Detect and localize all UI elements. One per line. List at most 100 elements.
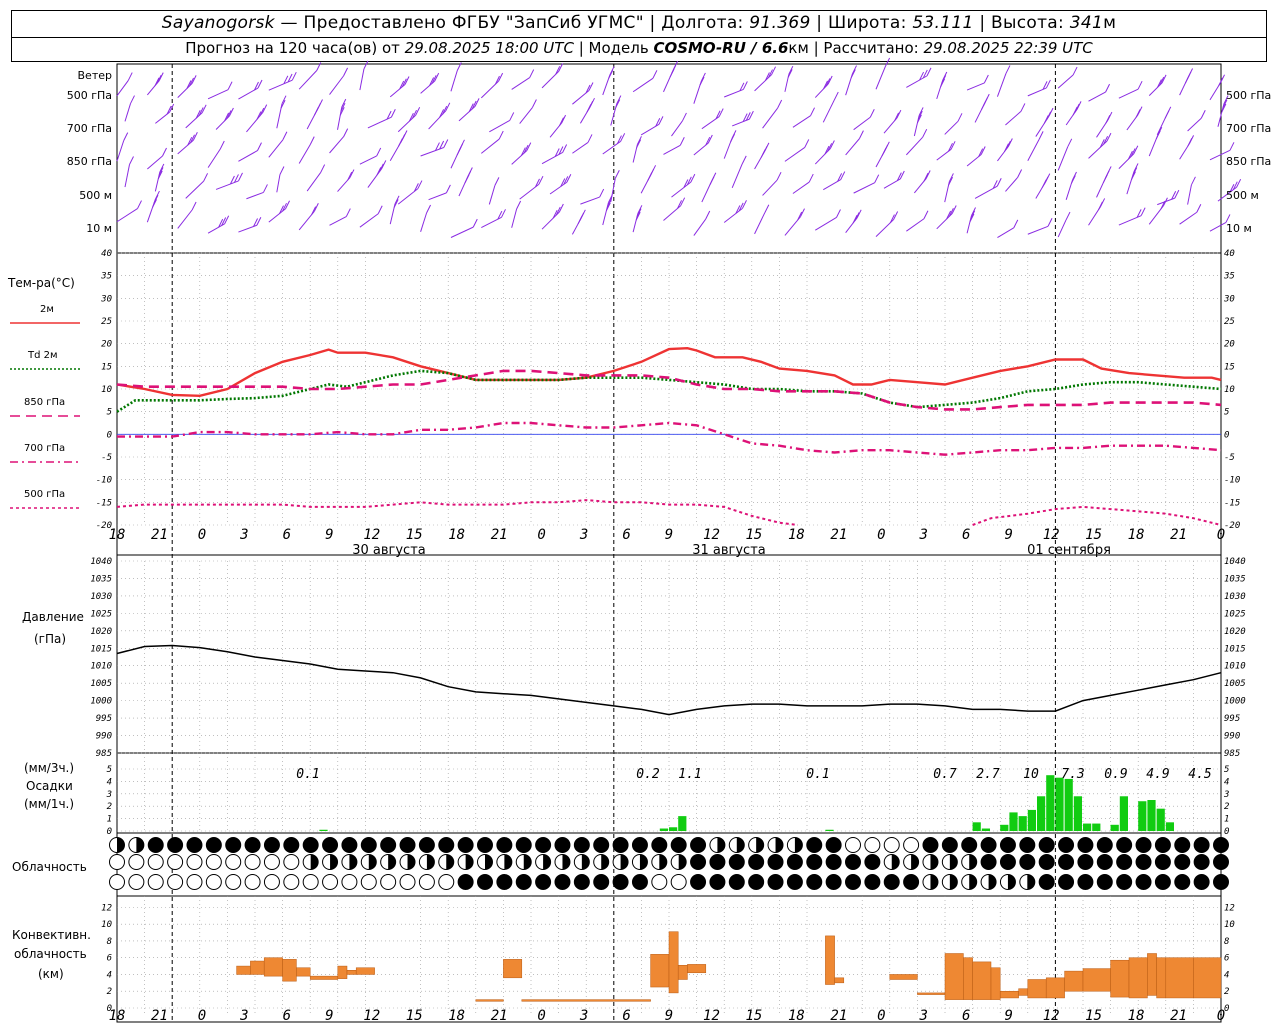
wind-barb-flag [224, 215, 230, 224]
cloud-symbol [883, 837, 900, 853]
wind-barb-flag [1200, 109, 1206, 119]
temp-tick-right: 35 [1223, 272, 1235, 282]
wind-barb-flag [705, 210, 711, 220]
cloud-symbol [1154, 874, 1171, 890]
cloud-symbol [709, 874, 726, 890]
wind-barb-flag [472, 218, 478, 228]
temp-title: Тем-ра(°C) [7, 276, 75, 290]
wind-barb-flag [614, 170, 620, 179]
cloud-title: Облачность [12, 860, 87, 874]
wind-barb-flag [1190, 176, 1196, 186]
hour-tick-label: 12 [703, 527, 720, 543]
cloud-symbol-half [911, 854, 919, 870]
wind-barb-shaft [731, 163, 743, 188]
wind-barb-flag [881, 147, 887, 157]
cloud-symbol-half [388, 854, 396, 870]
wind-barb-flag [1017, 169, 1023, 178]
wind-barb-flag [456, 146, 462, 156]
press-tick-right: 1040 [1224, 557, 1246, 567]
temp-tick-right: 0 [1224, 430, 1229, 440]
precip-bar [1110, 824, 1119, 831]
precip-bar [1073, 796, 1082, 831]
temp-tick-left: 10 [101, 385, 112, 395]
hour-tick-label-bottom: 6 [622, 1008, 630, 1024]
wind-barb-flag [262, 184, 268, 193]
conv-bar [1064, 970, 1084, 992]
press-tick-left: 995 [96, 714, 112, 724]
wind-barb-flag [309, 136, 315, 145]
press-tick-right: 1035 [1224, 574, 1246, 584]
precip-bar [1046, 775, 1055, 831]
temp-legend-label: Td 2м [27, 350, 58, 361]
press-tick-right: 990 [1224, 732, 1240, 742]
wind-barb-flag [1005, 140, 1011, 150]
wind-barb-flag [417, 180, 423, 189]
wind-barb-shaft [147, 155, 163, 170]
wind-barb-flag [718, 108, 724, 117]
hour-tick-label: 12 [1043, 527, 1060, 543]
cloud-symbol [1038, 837, 1055, 853]
hour-tick-label: 15 [1085, 527, 1102, 543]
temp-tick-left: 20 [101, 340, 112, 350]
wind-barb-flag [836, 209, 841, 218]
hour-tick-label: 21 [491, 527, 508, 543]
press-tick-right: 1015 [1224, 644, 1246, 654]
temp-legend-label: 2м [40, 304, 54, 315]
cloud-symbol-half [407, 854, 416, 870]
wind-barb-flag [129, 156, 134, 165]
cloud-symbol [864, 837, 881, 853]
wind-barb-shaft [116, 208, 138, 223]
wind-barb-shaft [511, 77, 530, 90]
cloud-symbol [1174, 854, 1191, 870]
wind-level-label: 10 м [86, 222, 112, 235]
wind-barb-flag [922, 128, 928, 138]
hour-tick-label: 15 [745, 527, 762, 543]
wind-barb-shaft [1209, 222, 1227, 232]
wind-barb-shaft [853, 116, 871, 131]
wind-barb-shaft [246, 191, 264, 200]
wind-barb-shaft [1118, 88, 1139, 99]
cloud-symbol [477, 874, 493, 890]
wind-barb-shaft [754, 212, 766, 235]
cloud-symbol [593, 874, 610, 890]
hour-tick-label-bottom: 18 [448, 1008, 465, 1024]
precip-tick-left: 5 [107, 765, 112, 775]
wind-barb-flag [529, 69, 535, 78]
wind-barb-flag [531, 99, 537, 108]
wind-barb-shaft [822, 99, 835, 123]
pressure-unit: (гПа) [34, 632, 66, 646]
wind-level-label-right: 500 гПа [1226, 89, 1271, 102]
wind-barb-flag [741, 155, 747, 165]
cloud-symbol [651, 874, 668, 890]
temp-tick-right: 5 [1224, 408, 1229, 418]
wind-barb-flag [1065, 211, 1071, 221]
cloud-symbol [186, 874, 203, 890]
cloud-symbol [806, 854, 823, 870]
conv-bar [668, 931, 679, 994]
wind-barb-flag [257, 79, 263, 89]
cloud-symbol [283, 837, 300, 853]
wind-barb-flag [343, 128, 349, 137]
precip-tick-left: 3 [106, 790, 112, 800]
temp-tick-left: -10 [96, 476, 112, 486]
wind-barb-shaft [298, 144, 311, 164]
press-tick-right: 1005 [1224, 679, 1246, 689]
day-label: 31 августа [692, 543, 766, 558]
cloud-symbol [748, 874, 765, 890]
press-tick-right: 1025 [1224, 609, 1246, 619]
cloud-symbol [263, 874, 280, 890]
precip-bar [1064, 778, 1073, 831]
cloud-symbol-half [465, 854, 474, 870]
wind-barb-flag [443, 139, 449, 148]
conv-tick-right: 4 [1224, 970, 1229, 980]
cloud-symbol [302, 837, 319, 853]
cloud-symbol [147, 854, 164, 870]
wind-barb-flag [516, 200, 522, 210]
hour-tick-label: 3 [579, 527, 588, 543]
wind-barb-flag [1137, 80, 1143, 90]
cloud-symbol [380, 837, 397, 853]
precip-tick-left: 2 [107, 802, 112, 812]
cloud-symbol [1174, 874, 1191, 890]
cloud-symbol [845, 837, 861, 853]
wind-barb-shaft [481, 138, 500, 154]
